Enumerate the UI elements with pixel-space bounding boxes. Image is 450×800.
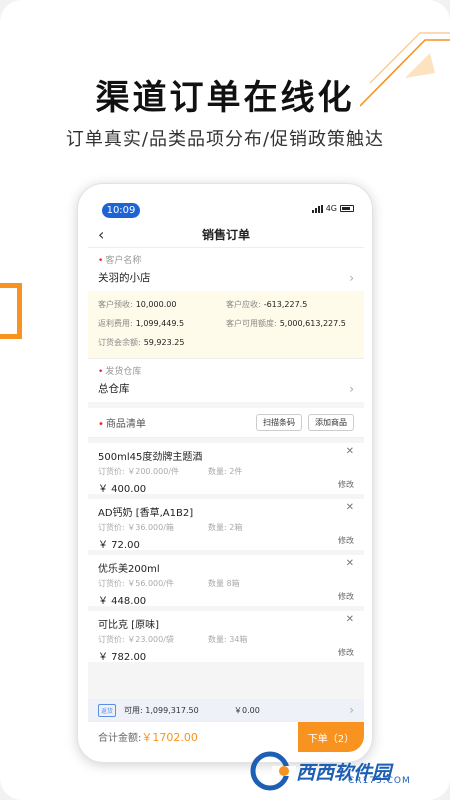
item-total: ￥ 72.00 xyxy=(98,540,140,551)
required-mark: • xyxy=(98,256,104,266)
edit-item-button[interactable]: 修改 xyxy=(338,535,354,546)
item-quantity: 数量 8箱 xyxy=(208,579,240,588)
close-icon[interactable]: ✕ xyxy=(346,558,354,569)
orange-bracket-decoration xyxy=(0,283,22,339)
close-icon[interactable]: ✕ xyxy=(346,614,354,625)
item-quantity: 数量: 2箱 xyxy=(208,523,243,532)
item-unit-price: 订货价: ￥36.000/箱 xyxy=(98,523,174,532)
customer-selector[interactable]: 关羽的小店 › xyxy=(98,266,354,291)
add-goods-button[interactable]: 添加商品 xyxy=(308,414,354,431)
close-icon[interactable]: ✕ xyxy=(346,446,354,457)
item-name: AD钙奶 [香草,A1B2] xyxy=(98,508,194,519)
summary-bar[interactable]: 返货 可用: 1,099,317.50 ￥0.00 › xyxy=(88,699,364,721)
order-fair-balance-label: 订货会余额: xyxy=(98,338,141,347)
warehouse-value: 总仓库 xyxy=(98,383,130,395)
phone-screen: 10:09 4G ‹ 销售订单 • 客户名称 关羽的小店 › 客户预收: 10,… xyxy=(88,196,364,752)
available-credit-label: 客户可用额度: xyxy=(226,319,277,328)
item-unit-price: 订货价: ￥56.000/件 xyxy=(98,579,174,588)
page-title: 销售订单 xyxy=(201,228,250,242)
warehouse-section[interactable]: • 发货仓库 总仓库 › xyxy=(88,359,364,402)
return-tag: 返货 xyxy=(98,703,117,717)
chevron-right-icon: › xyxy=(349,703,354,717)
item-quantity: 数量: 2件 xyxy=(208,467,243,476)
goods-item: AD钙奶 [香草,A1B2] 订货价: ￥36.000/箱 数量: 2箱 ￥ 72… xyxy=(88,499,364,551)
edit-item-button[interactable]: 修改 xyxy=(338,647,354,658)
chevron-right-icon: › xyxy=(349,381,354,396)
watermark-logo xyxy=(250,751,296,791)
return-amount: ￥0.00 xyxy=(234,705,260,715)
scan-barcode-button[interactable]: 扫描条码 xyxy=(256,414,302,431)
warehouse-selector[interactable]: 总仓库 › xyxy=(98,377,354,402)
item-unit-price: 订货价: ￥23.000/袋 xyxy=(98,635,174,644)
close-icon[interactable]: ✕ xyxy=(346,502,354,513)
goods-list: 500ml45度劲牌主题酒 订货价: ￥200.000/件 数量: 2件 ￥ 40… xyxy=(88,443,364,663)
order-fair-balance-value: 59,923.25 xyxy=(143,338,185,347)
nav-bar: ‹ 销售订单 xyxy=(88,222,364,248)
goods-list-header: • 商品清单 扫描条码 添加商品 xyxy=(88,408,364,438)
item-total: ￥ 400.00 xyxy=(98,484,147,495)
rebate-label: 返利费用: xyxy=(98,319,133,328)
available-amount: 可用: 1,099,317.50 xyxy=(124,705,199,715)
edit-item-button[interactable]: 修改 xyxy=(338,591,354,602)
receivable-value: -613,227.5 xyxy=(263,300,308,309)
status-time: 10:09 xyxy=(102,203,140,218)
subline: 订单真实/品类品项分布/促销政策触达 xyxy=(65,129,385,150)
promo-poster: 渠道订单在线化 订单真实/品类品项分布/促销政策触达 10:09 4G ‹ 销售… xyxy=(0,0,450,800)
headline: 渠道订单在线化 xyxy=(95,78,355,118)
system-icons: 4G xyxy=(311,204,354,213)
edit-item-button[interactable]: 修改 xyxy=(338,479,354,490)
item-name: 500ml45度劲牌主题酒 xyxy=(98,452,203,463)
customer-label: 客户名称 xyxy=(105,256,142,266)
customer-value: 关羽的小店 xyxy=(98,272,151,284)
prepaid-value: 10,000.00 xyxy=(135,300,177,309)
item-quantity: 数量: 34箱 xyxy=(208,635,248,644)
goods-item: 优乐美200ml 订货价: ￥56.000/件 数量 8箱 ￥ 448.00 ✕ … xyxy=(88,555,364,607)
required-mark: • xyxy=(98,419,104,430)
credit-info-panel: 客户预收: 10,000.00 客户应收: -613,227.5 返利费用: 1,09… xyxy=(88,291,364,359)
network-type: 4G xyxy=(325,204,337,213)
goods-label: 商品清单 xyxy=(105,419,146,430)
item-total: ￥ 448.00 xyxy=(98,596,147,607)
rebate-value: 1,099,449.5 xyxy=(135,319,185,328)
status-bar: 10:09 4G xyxy=(88,196,364,222)
watermark-domain: CR173.COM xyxy=(348,776,411,786)
item-unit-price: 订货价: ￥200.000/件 xyxy=(98,467,180,476)
customer-section[interactable]: • 客户名称 关羽的小店 › xyxy=(88,248,364,291)
site-watermark: 西西软件园 CR173.COM xyxy=(246,746,446,796)
battery-icon xyxy=(340,205,354,212)
chevron-left-icon[interactable]: ‹ xyxy=(98,225,104,244)
item-name: 优乐美200ml xyxy=(98,564,160,575)
item-total: ￥ 782.00 xyxy=(98,652,147,663)
goods-item: 可比克 [原味] 订货价: ￥23.000/袋 数量: 34箱 ￥ 782.00 … xyxy=(88,611,364,663)
required-mark: • xyxy=(98,367,104,377)
chevron-right-icon: › xyxy=(349,270,354,285)
goods-item: 500ml45度劲牌主题酒 订货价: ￥200.000/件 数量: 2件 ￥ 40… xyxy=(88,443,364,495)
signal-icon xyxy=(311,204,323,213)
total-label: 合计金额: xyxy=(98,733,142,744)
receivable-label: 客户应收: xyxy=(226,300,261,309)
item-name: 可比克 [原味] xyxy=(98,620,159,631)
phone-mockup: 10:09 4G ‹ 销售订单 • 客户名称 关羽的小店 › 客户预收: 10,… xyxy=(77,183,373,763)
total-value: ￥1702.00 xyxy=(141,731,198,744)
warehouse-label: 发货仓库 xyxy=(105,367,142,377)
prepaid-label: 客户预收: xyxy=(98,300,133,309)
available-credit-value: 5,000,613,227.5 xyxy=(279,319,346,328)
